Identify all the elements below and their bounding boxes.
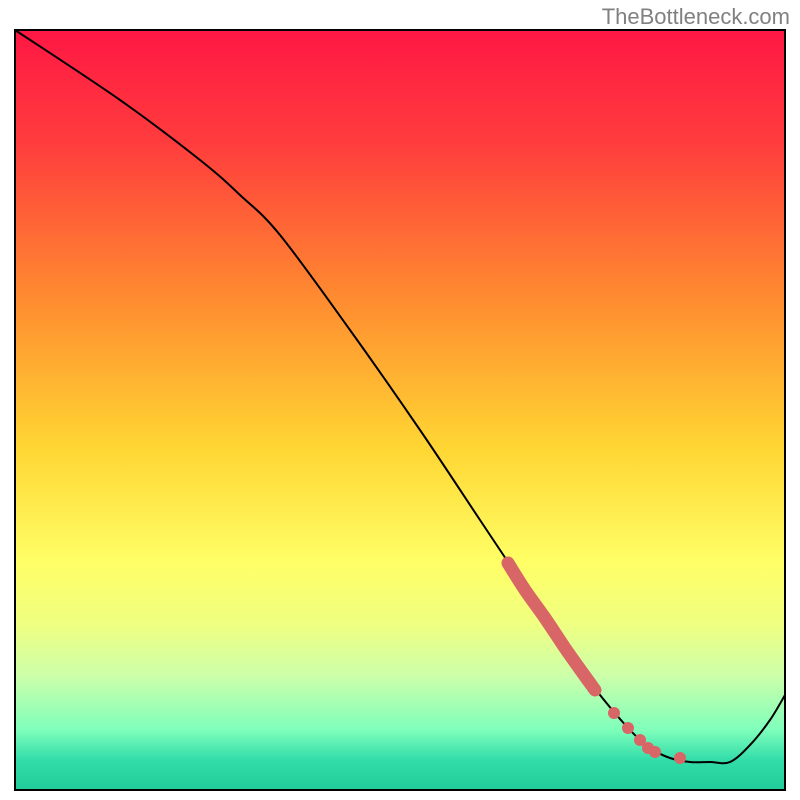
data-point xyxy=(674,752,686,764)
chart-svg xyxy=(0,0,800,800)
plot-background xyxy=(15,30,785,790)
data-point xyxy=(608,707,620,719)
data-point xyxy=(622,722,634,734)
data-point xyxy=(649,746,661,758)
watermark-text: TheBottleneck.com xyxy=(602,4,790,30)
bottleneck-chart: TheBottleneck.com xyxy=(0,0,800,800)
